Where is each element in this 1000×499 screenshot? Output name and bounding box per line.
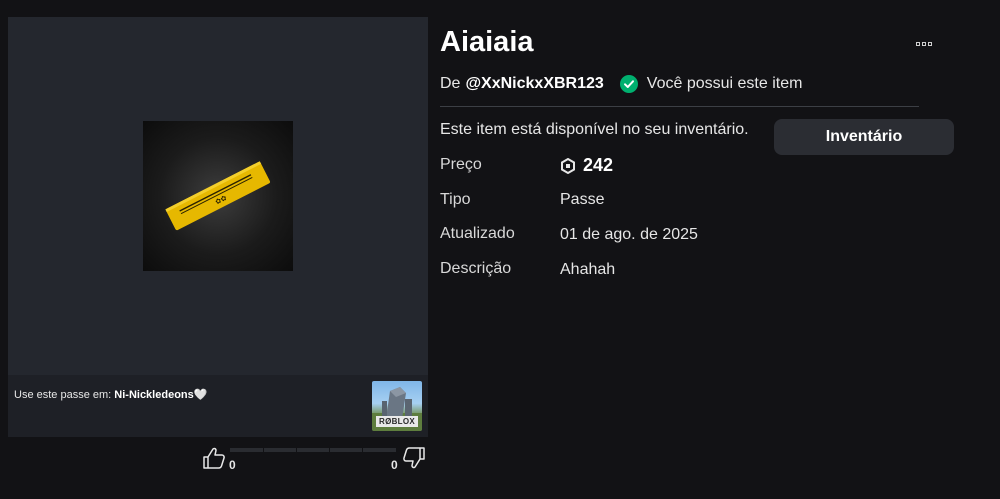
check-circle-icon: [619, 75, 638, 93]
owned-status-text: Você possui este item: [646, 75, 803, 92]
creator-row: De @XxNickxXBR123 Você possui este item: [440, 74, 802, 94]
used-in-prefix: Use este passe em:: [14, 389, 115, 401]
inventory-button[interactable]: Inventário: [774, 119, 954, 155]
price-label: Preço: [440, 156, 482, 173]
type-label: Tipo: [440, 191, 471, 208]
robux-icon: [561, 157, 575, 174]
item-title: Aiaiaia: [440, 26, 534, 58]
gold-pass-image: ✿✿: [165, 161, 270, 231]
description-label: Descrição: [440, 260, 512, 277]
updated-label: Atualizado: [440, 225, 515, 242]
upvote-count: 0: [229, 458, 236, 472]
vote-ratio-bar: [230, 448, 396, 452]
creator-prefix: De: [440, 75, 461, 92]
price-value-row: 242: [560, 155, 613, 176]
item-thumbnail-panel: ✿✿ Use este passe em: Ni-Nickledeons🤍 RØ…: [8, 17, 428, 437]
used-in-game-bar: Use este passe em: Ni-Nickledeons🤍 RØBLO…: [8, 375, 428, 437]
type-value: Passe: [560, 191, 605, 208]
availability-text: Este item está disponível no seu inventá…: [440, 121, 749, 138]
thumbs-up-icon[interactable]: [202, 446, 226, 470]
thumbs-down-icon[interactable]: [402, 446, 426, 470]
updated-value: 01 de ago. de 2025: [560, 226, 698, 243]
ellipsis-icon[interactable]: [916, 38, 938, 50]
item-thumbnail: ✿✿: [143, 121, 293, 271]
game-name-link[interactable]: Ni-Nickledeons🤍: [114, 389, 207, 401]
description-value: Ahahah: [560, 261, 616, 278]
downvote-count: 0: [391, 458, 398, 472]
roblox-logo: RØBLOX: [376, 416, 419, 427]
game-thumbnail[interactable]: RØBLOX: [372, 381, 422, 431]
divider: [440, 106, 919, 107]
used-in-game-text: Use este passe em: Ni-Nickledeons🤍: [14, 388, 207, 401]
price-value: 242: [583, 155, 614, 175]
vote-bar: 0 0: [202, 446, 428, 474]
creator-link[interactable]: @XxNickxXBR123: [465, 75, 603, 93]
